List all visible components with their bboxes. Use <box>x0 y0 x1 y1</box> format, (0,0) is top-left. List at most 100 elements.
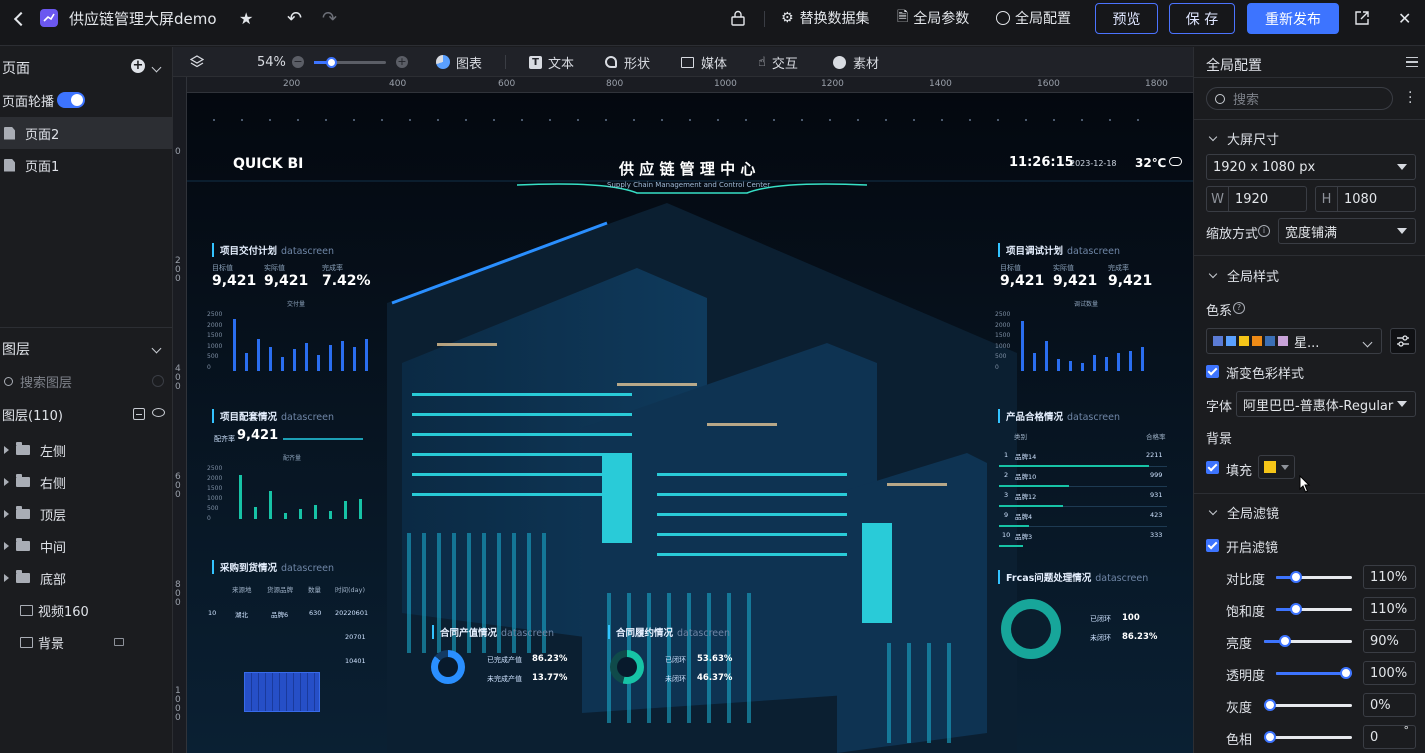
layer-search-input[interactable]: 搜索图层 <box>20 372 72 391</box>
more-icon[interactable]: · · · <box>1408 86 1412 110</box>
stat-value: 9,421 <box>264 273 309 289</box>
close-icon[interactable]: ✕ <box>1398 0 1411 41</box>
section-style-header[interactable]: 全局样式 <box>1208 266 1279 285</box>
value: 333 <box>1150 531 1163 539</box>
menu-icon[interactable] <box>1406 57 1418 67</box>
star-icon[interactable]: ★ <box>239 0 253 41</box>
zoom-slider-knob[interactable] <box>326 57 337 68</box>
lock-icon[interactable] <box>730 0 746 41</box>
layer-group-left[interactable]: 左侧 <box>0 434 173 466</box>
vertical-ruler: 0 2 0 0 4 0 0 6 0 0 8 0 0 1 0 0 0 <box>173 77 187 753</box>
palette-swatch <box>1252 336 1262 346</box>
scale-select[interactable]: 宽度铺满 <box>1278 218 1416 244</box>
tool-shape[interactable]: 形状 <box>605 47 650 77</box>
slider-knob[interactable] <box>1290 571 1302 583</box>
palette-settings-button[interactable] <box>1390 328 1416 354</box>
section-size-header[interactable]: 大屏尺寸 <box>1208 129 1279 148</box>
page-item-2[interactable]: 页面2 <box>0 117 173 149</box>
layer-background[interactable]: 背景 <box>0 626 173 658</box>
expand-icon[interactable] <box>4 446 9 454</box>
global-config-button[interactable]: 全局配置 <box>996 0 1071 41</box>
width-value[interactable]: 1920 <box>1235 192 1268 207</box>
zoom-out-icon[interactable]: − <box>292 47 304 77</box>
panel-title-text: 合同产值情况 <box>440 628 498 639</box>
filter-value[interactable]: 90% <box>1363 629 1416 653</box>
filter-value[interactable]: 110% <box>1363 597 1416 621</box>
tool-chart[interactable]: 图表 <box>436 47 482 77</box>
saturation-slider[interactable] <box>1276 603 1352 615</box>
back-icon[interactable] <box>13 11 29 27</box>
collapse-pages-icon[interactable] <box>151 60 162 75</box>
enable-filter-checkbox[interactable] <box>1206 539 1219 552</box>
slider-knob[interactable] <box>1340 667 1352 679</box>
republish-button[interactable]: 重新发布 <box>1247 3 1339 34</box>
section-filter-header[interactable]: 全局滤镜 <box>1208 503 1280 522</box>
zoom-slider[interactable] <box>314 57 386 68</box>
layers-toggle-icon[interactable] <box>190 47 204 77</box>
section-title: 全局滤镜 <box>1227 507 1280 522</box>
expand-icon[interactable] <box>4 478 9 486</box>
grayscale-slider[interactable] <box>1264 699 1352 711</box>
layer-search[interactable]: 搜索图层 <box>0 365 173 397</box>
selection-box[interactable] <box>244 672 320 712</box>
tool-text[interactable]: T 文本 <box>529 47 574 77</box>
redo-icon[interactable]: ↷ <box>322 0 337 41</box>
page-item-1[interactable]: 页面1 <box>0 149 173 181</box>
layer-group-top[interactable]: 顶层 <box>0 498 173 530</box>
slider-knob[interactable] <box>1290 603 1302 615</box>
y-tick: 2000 <box>207 475 223 482</box>
hue-slider[interactable] <box>1264 731 1352 743</box>
tool-media[interactable]: 媒体 <box>681 47 727 77</box>
tool-assets[interactable]: 素材 <box>833 47 879 77</box>
layer-group-right[interactable]: 右侧 <box>0 466 173 498</box>
panel-tag: datascreen <box>281 412 334 423</box>
layer-group-middle[interactable]: 中间 <box>0 530 173 562</box>
global-params-button[interactable]: 🗎 全局参数 <box>897 0 969 41</box>
height-field[interactable]: H 1080 <box>1315 186 1416 212</box>
palette-select[interactable]: 星... <box>1206 328 1382 354</box>
y-tick: 2500 <box>995 311 1011 318</box>
slider-knob[interactable] <box>1264 731 1276 743</box>
filter-value[interactable]: 110% <box>1363 565 1416 589</box>
search-input[interactable]: 搜索 <box>1233 89 1259 108</box>
help-icon[interactable]: ? <box>1233 302 1245 314</box>
eye-icon[interactable] <box>152 408 165 417</box>
dashboard-canvas[interactable]: QUICK BI 供 应 链 管 理 中 心 Supply Chain Mana… <box>187 93 1193 753</box>
layer-video[interactable]: 视频160 <box>0 594 173 626</box>
lock-icon[interactable] <box>114 638 124 646</box>
save-button[interactable]: 保 存 <box>1169 3 1235 34</box>
expand-icon[interactable] <box>4 574 9 582</box>
fill-color-picker[interactable] <box>1258 455 1295 479</box>
zoom-in-icon[interactable]: + <box>396 47 408 77</box>
slider-knob[interactable] <box>1279 635 1291 647</box>
info-icon[interactable]: i <box>1258 225 1270 237</box>
slider-knob[interactable] <box>1264 699 1276 711</box>
fill-checkbox[interactable] <box>1206 461 1219 474</box>
gradient-checkbox[interactable] <box>1206 365 1219 378</box>
layer-group-bottom[interactable]: 底部 <box>0 562 173 594</box>
config-search[interactable]: 搜索 <box>1206 87 1393 110</box>
screen-size-select[interactable]: 1920 x 1080 px <box>1206 154 1416 180</box>
height-value[interactable]: 1080 <box>1344 192 1377 207</box>
expand-icon[interactable] <box>4 542 9 550</box>
brightness-slider[interactable] <box>1264 635 1352 647</box>
filter-value[interactable]: 0 ° <box>1363 724 1416 749</box>
font-select[interactable]: 阿里巴巴-普惠体-Regular <box>1236 391 1416 417</box>
filter-value[interactable]: 100% <box>1363 661 1416 685</box>
tool-interaction[interactable]: ☝ 交互 <box>758 47 798 77</box>
contrast-slider[interactable] <box>1276 571 1352 583</box>
width-field[interactable]: W 1920 <box>1206 186 1307 212</box>
opacity-slider[interactable] <box>1276 667 1352 679</box>
preview-button[interactable]: 预览 <box>1095 3 1158 34</box>
filter-value[interactable]: 0% <box>1363 693 1416 717</box>
external-link-icon[interactable] <box>1354 0 1370 41</box>
stat-label: 目标值 <box>1000 264 1021 272</box>
replace-dataset-button[interactable]: ⚙ 替换数据集 <box>781 0 870 41</box>
carousel-toggle[interactable] <box>57 92 85 108</box>
expand-icon[interactable] <box>4 510 9 518</box>
undo-icon[interactable]: ↶ <box>287 0 302 41</box>
collapse-all-icon[interactable] <box>133 408 145 420</box>
layer-label: 视频160 <box>38 604 89 620</box>
add-page-icon[interactable]: + <box>131 59 145 73</box>
collapse-layers-icon[interactable] <box>151 341 162 356</box>
